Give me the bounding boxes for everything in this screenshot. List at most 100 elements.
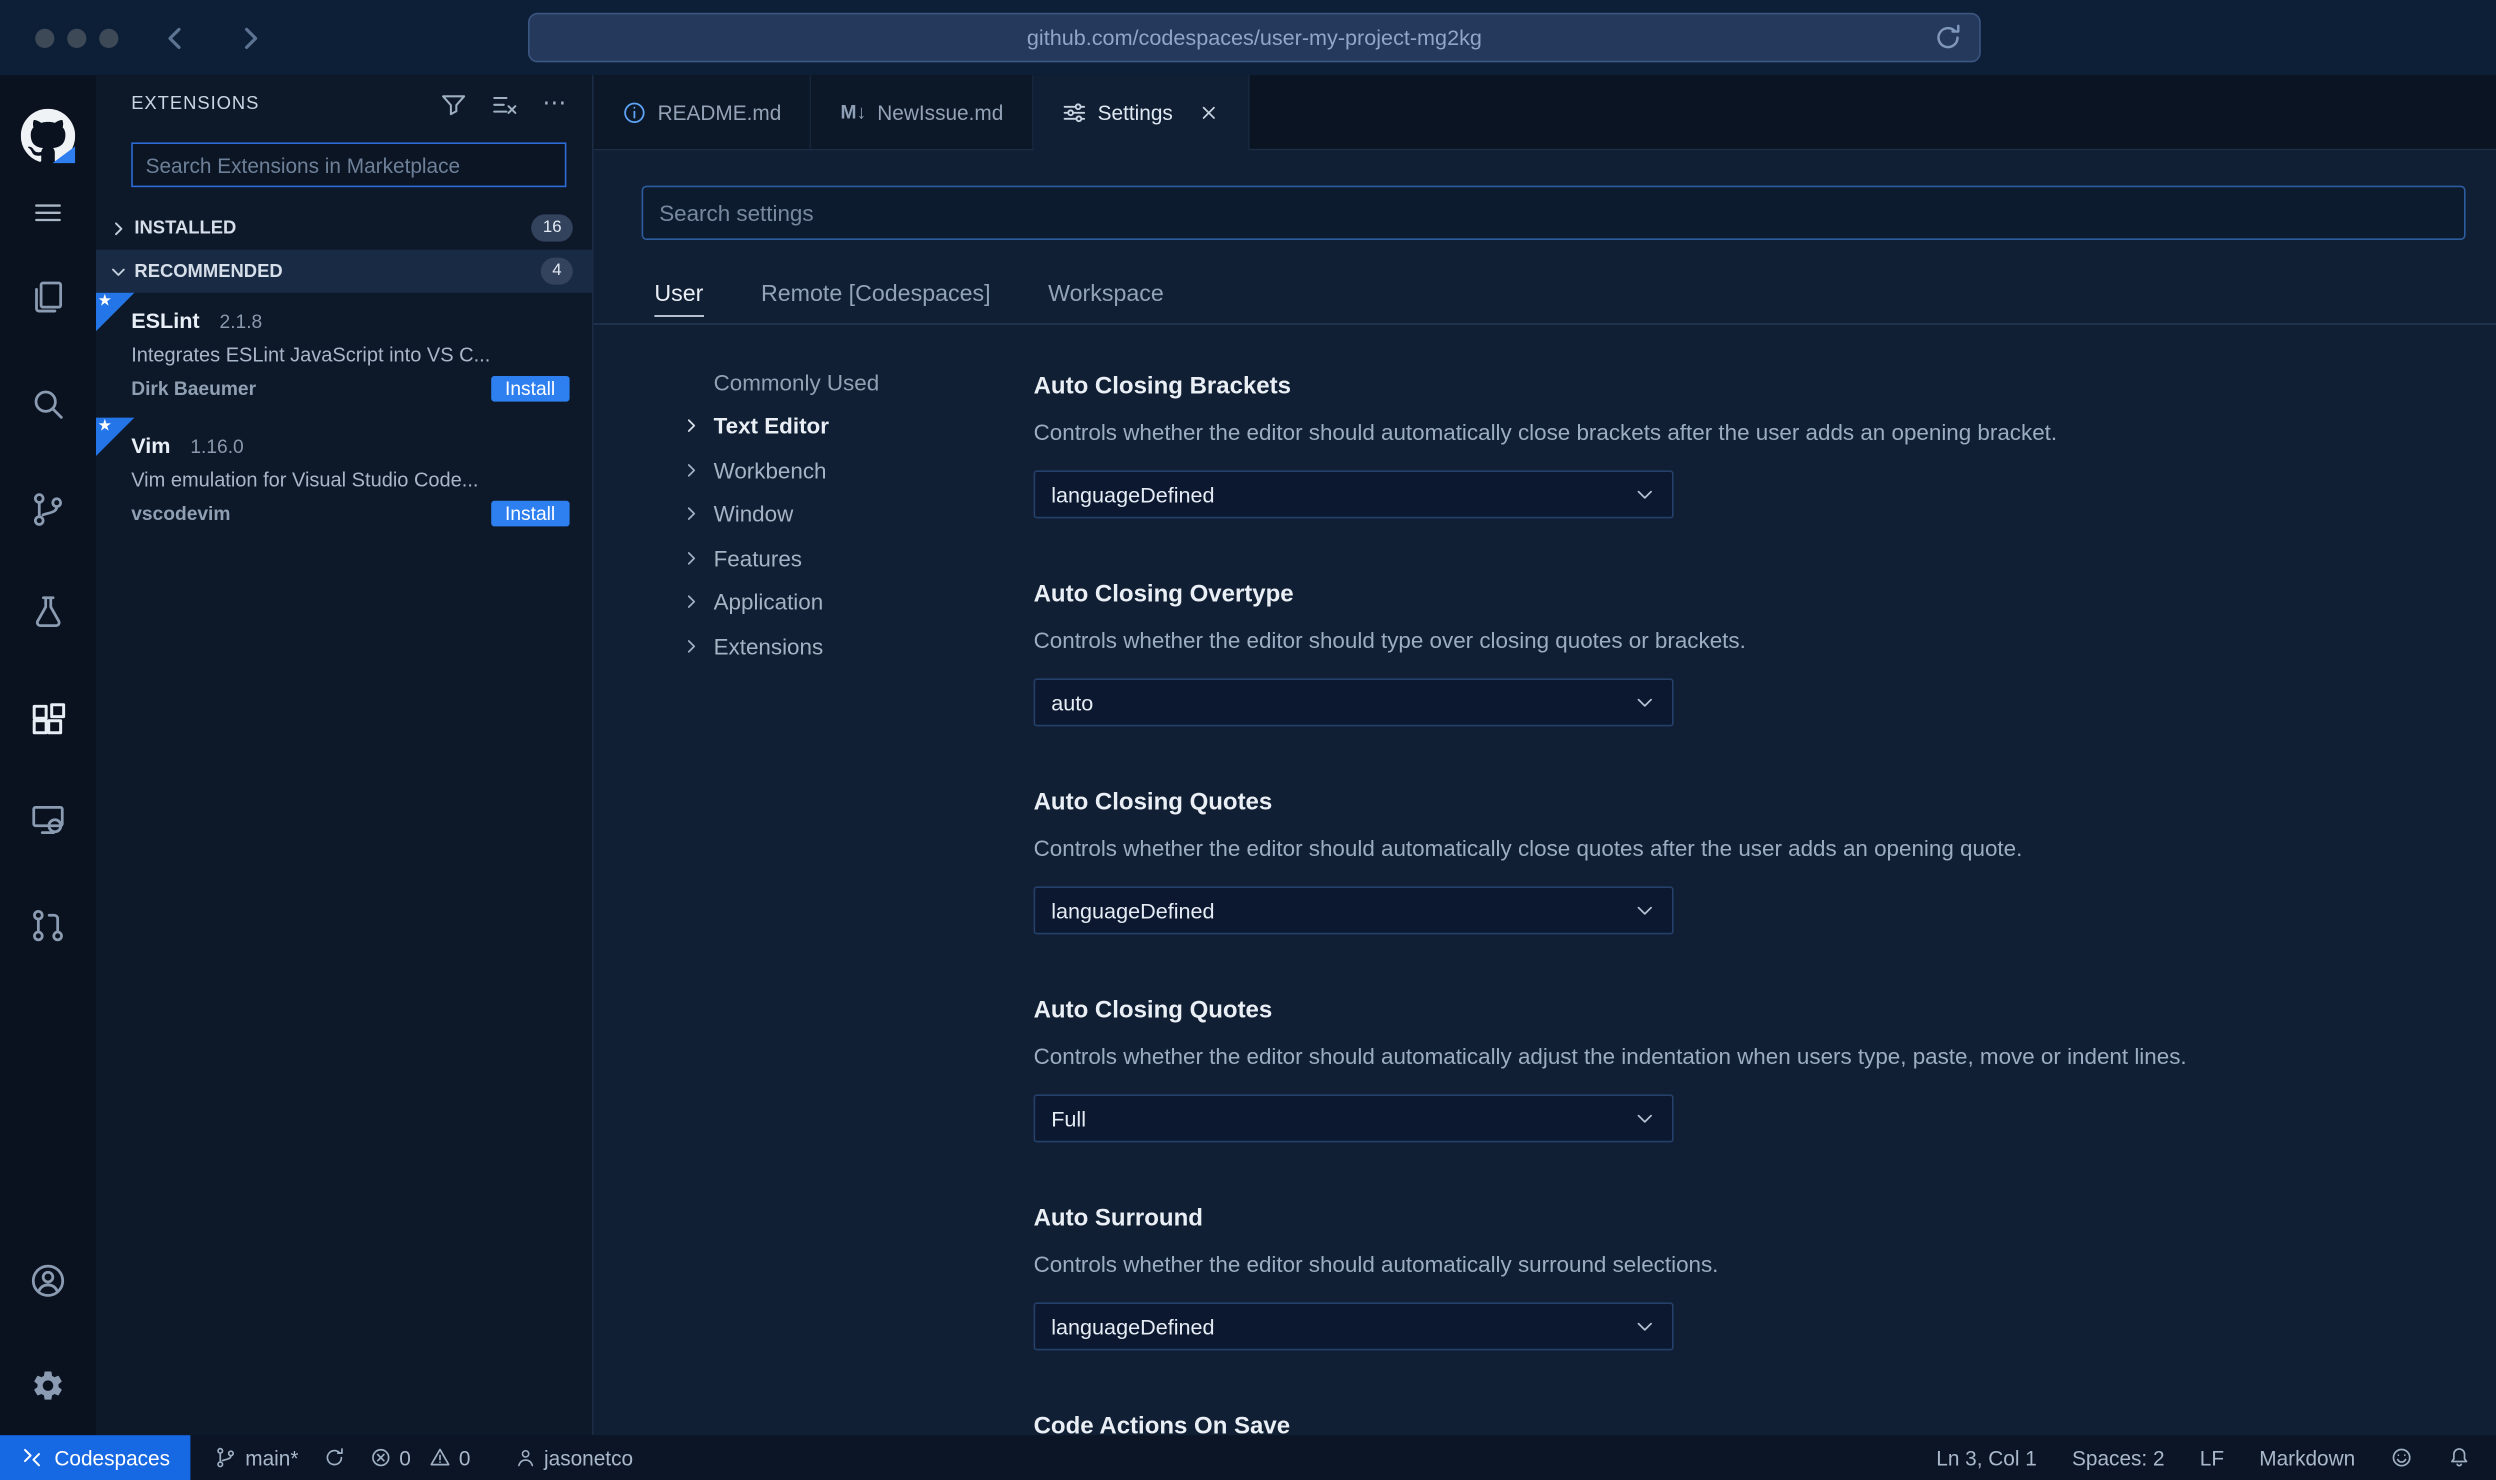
address-bar[interactable]: github.com/codespaces/user-my-project-mg… — [528, 12, 1981, 63]
toc-item-workbench[interactable]: Workbench — [682, 448, 880, 492]
run-debug-flask-icon[interactable] — [30, 594, 67, 631]
extension-list-item[interactable]: ★ Vim 1.16.0 Vim emulation for Visual St… — [96, 417, 592, 543]
install-button[interactable]: Install — [490, 376, 570, 402]
scope-tab-workspace[interactable]: Workspace — [1048, 269, 1164, 320]
feedback-smiley-icon[interactable] — [2390, 1446, 2412, 1468]
extension-list-item[interactable]: ★ ESLint 2.1.8 Integrates ESLint JavaScr… — [96, 292, 592, 418]
chevron-down-icon — [1634, 1107, 1656, 1129]
account-icon[interactable] — [30, 1262, 67, 1299]
setting-select[interactable]: languageDefined — [1033, 1302, 1674, 1351]
extension-name: ESLint — [131, 308, 200, 333]
sync-button[interactable] — [322, 1446, 344, 1468]
extensions-search-input[interactable] — [131, 142, 567, 188]
tab-label: NewIssue.md — [877, 100, 1004, 124]
branch-indicator[interactable]: main* — [215, 1445, 299, 1470]
setting-title: Code Actions On Save — [1033, 1412, 1291, 1436]
setting-title: Auto Closing Quotes — [1033, 996, 1273, 1024]
section-installed[interactable]: INSTALLED 16 — [96, 206, 592, 249]
toc-item-features[interactable]: Features — [682, 536, 880, 580]
setting-select-value: Full — [1051, 1106, 1087, 1131]
signed-in-user[interactable]: jasonetco — [515, 1446, 633, 1470]
extension-description: Integrates ESLint JavaScript into VS C..… — [131, 344, 491, 367]
chevron-right-icon — [682, 504, 714, 523]
chevron-down-icon — [1634, 1315, 1656, 1337]
setting-select[interactable]: Full — [1033, 1094, 1674, 1143]
more-actions-icon[interactable]: ⋯ — [542, 91, 566, 115]
browser-back-icon[interactable] — [160, 22, 192, 54]
setting-select-value: languageDefined — [1051, 482, 1215, 507]
github-pull-request-icon[interactable] — [30, 907, 67, 944]
reload-icon[interactable] — [1933, 22, 1963, 52]
chevron-down-icon — [1634, 691, 1656, 713]
settings-sliders-icon — [1062, 101, 1086, 125]
scope-divider — [593, 323, 2496, 325]
language-mode[interactable]: Markdown — [2259, 1446, 2355, 1470]
tab-settings[interactable]: Settings — [1033, 75, 1250, 151]
error-icon — [369, 1446, 391, 1468]
remote-explorer-icon[interactable] — [30, 802, 67, 839]
tab-newissue[interactable]: M↓ NewIssue.md — [811, 75, 1034, 149]
settings-list: Auto Closing Brackets Controls whether t… — [1033, 370, 2442, 1436]
notifications-bell-icon[interactable] — [2448, 1446, 2470, 1468]
tab-label: README.md — [657, 100, 782, 124]
section-label: RECOMMENDED — [134, 261, 283, 281]
username: jasonetco — [544, 1445, 634, 1470]
setting-title: Auto Surround — [1033, 1204, 1203, 1232]
install-button[interactable]: Install — [490, 500, 570, 527]
indentation-indicator[interactable]: Spaces: 2 — [2072, 1446, 2165, 1470]
scope-tab-user[interactable]: User — [654, 269, 703, 320]
status-bar: Codespaces main* 0 0 jasonetco Ln 3, Col… — [0, 1435, 2496, 1480]
settings-search-input[interactable] — [641, 185, 2466, 240]
explorer-files-icon[interactable] — [30, 278, 67, 315]
setting-item: Auto Closing Quotes Controls whether the… — [1033, 786, 2442, 935]
window-minimize-button[interactable] — [67, 28, 87, 48]
settings-toc: Commonly Used Text Editor Workbench Wind… — [682, 360, 880, 668]
setting-item: Auto Surround Controls whether the edito… — [1033, 1202, 2442, 1351]
section-recommended[interactable]: RECOMMENDED 4 — [96, 249, 592, 293]
extension-version: 1.16.0 — [190, 435, 244, 458]
app-window: github.com/codespaces/user-my-project-mg… — [0, 0, 2496, 1480]
settings-editor: User Remote [Codespaces] Workspace Commo… — [593, 150, 2496, 1436]
source-control-icon[interactable] — [30, 491, 67, 528]
window-close-button[interactable] — [35, 28, 55, 48]
tab-label: Settings — [1097, 100, 1173, 125]
cursor-position[interactable]: Ln 3, Col 1 — [1936, 1446, 2037, 1470]
recommended-count-badge: 4 — [541, 257, 573, 285]
settings-gear-icon[interactable] — [30, 1368, 65, 1403]
github-codespaces-logo-icon[interactable] — [20, 108, 76, 164]
toc-item-commonly-used[interactable]: Commonly Used — [682, 360, 880, 404]
star-icon: ★ — [97, 292, 112, 311]
window-controls — [35, 28, 119, 48]
menu-hamburger-icon[interactable] — [32, 198, 64, 227]
chevron-right-icon — [682, 548, 714, 567]
toc-item-text-editor[interactable]: Text Editor — [682, 404, 880, 448]
browser-chrome: github.com/codespaces/user-my-project-mg… — [0, 0, 2496, 76]
setting-select[interactable]: auto — [1033, 678, 1674, 727]
toc-item-window[interactable]: Window — [682, 492, 880, 536]
setting-select-value: languageDefined — [1051, 1314, 1215, 1339]
setting-select[interactable]: languageDefined — [1033, 470, 1674, 519]
extensions-icon[interactable] — [30, 702, 67, 739]
markdown-icon: M↓ — [840, 100, 867, 124]
problems-indicator[interactable]: 0 0 — [369, 1445, 471, 1470]
filter-funnel-icon[interactable] — [440, 90, 467, 117]
search-icon[interactable] — [30, 386, 67, 423]
toc-item-application[interactable]: Application — [682, 580, 880, 624]
setting-select[interactable]: languageDefined — [1033, 886, 1674, 935]
sidebar-title: EXTENSIONS — [131, 94, 260, 114]
branch-name: main* — [245, 1445, 299, 1470]
close-icon[interactable] — [1198, 102, 1219, 123]
window-zoom-button[interactable] — [99, 28, 119, 48]
setting-select-value: auto — [1051, 690, 1094, 715]
scope-tab-remote[interactable]: Remote [Codespaces] — [761, 269, 991, 320]
chevron-down-icon — [1634, 899, 1656, 921]
toc-item-extensions[interactable]: Extensions — [682, 624, 880, 668]
codespaces-remote-button[interactable]: Codespaces — [0, 1435, 191, 1480]
eol-indicator[interactable]: LF — [2200, 1446, 2224, 1470]
tab-readme[interactable]: README.md — [593, 75, 812, 149]
setting-description: Controls whether the editor should autom… — [1033, 1043, 2187, 1069]
browser-forward-icon[interactable] — [234, 22, 266, 54]
clear-search-results-icon[interactable] — [491, 90, 518, 117]
warning-count: 0 — [458, 1445, 471, 1470]
setting-description: Controls whether the editor should autom… — [1033, 419, 2058, 445]
